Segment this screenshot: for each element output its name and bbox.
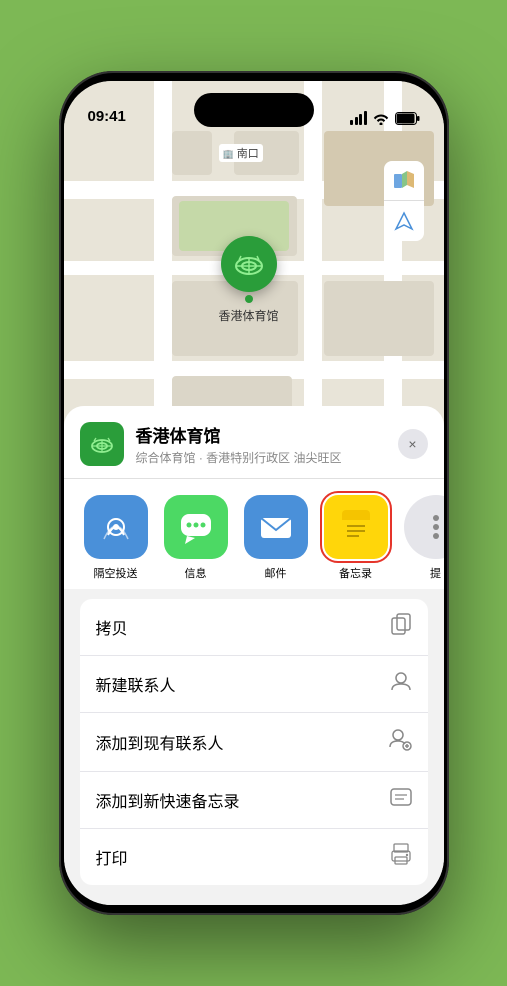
share-row: 隔空投送 信息: [64, 479, 444, 589]
venue-stadium-icon: [88, 430, 116, 458]
venue-description: 综合体育馆 · 香港特别行政区 油尖旺区: [136, 449, 398, 466]
map-type-button[interactable]: [384, 161, 424, 201]
print-label: 打印: [96, 845, 128, 869]
map-type-icon: [393, 170, 415, 192]
status-icons: [350, 111, 420, 125]
messages-icon: [164, 495, 228, 559]
stadium-pin: 香港体育馆: [219, 236, 279, 324]
bottom-sheet: 香港体育馆 综合体育馆 · 香港特别行政区 油尖旺区 ×: [64, 406, 444, 905]
more-icon: [404, 495, 444, 559]
battery-icon: [395, 112, 420, 125]
dynamic-island: [194, 93, 314, 127]
share-item-more[interactable]: 提: [400, 495, 444, 581]
messages-svg: [177, 508, 215, 546]
copy-label: 拷贝: [96, 615, 128, 639]
new-contact-label: 新建联系人: [96, 672, 176, 696]
copy-action[interactable]: 拷贝: [80, 599, 428, 656]
wifi-icon: [373, 112, 389, 125]
share-item-notes[interactable]: 备忘录: [320, 495, 392, 581]
venue-name: 香港体育馆: [136, 422, 398, 447]
add-existing-action[interactable]: 添加到现有联系人: [80, 713, 428, 772]
new-contact-icon: [390, 670, 412, 698]
location-button[interactable]: [384, 201, 424, 241]
new-contact-action[interactable]: 新建联系人: [80, 656, 428, 713]
phone-screen: 09:41: [64, 81, 444, 905]
share-item-airdrop[interactable]: 隔空投送: [80, 495, 152, 581]
signal-bars-icon: [350, 111, 367, 125]
venue-info: 香港体育馆 综合体育馆 · 香港特别行政区 油尖旺区: [136, 422, 398, 466]
map-block3: [172, 131, 212, 175]
stadium-icon: [231, 246, 267, 282]
notes-icon: [324, 495, 388, 559]
notes-svg: [337, 508, 375, 546]
airdrop-icon: [84, 495, 148, 559]
pin-dot: [245, 295, 253, 303]
copy-icon: [390, 613, 412, 641]
add-notes-svg: [390, 786, 412, 808]
south-entrance-label: 🏢 南口: [219, 144, 263, 162]
more-label: 提: [430, 565, 441, 581]
status-time: 09:41: [88, 108, 126, 125]
map-controls: [384, 161, 424, 241]
add-existing-svg: [388, 727, 412, 751]
add-notes-action[interactable]: 添加到新快速备忘录: [80, 772, 428, 829]
action-list: 拷贝 新建联系人: [80, 599, 428, 885]
print-icon: [390, 843, 412, 871]
print-action[interactable]: 打印: [80, 829, 428, 885]
map-block5: [324, 281, 434, 356]
new-contact-svg: [390, 670, 412, 692]
location-arrow-icon: [394, 211, 414, 231]
share-item-mail[interactable]: 邮件: [240, 495, 312, 581]
copy-svg: [390, 613, 412, 635]
add-existing-label: 添加到现有联系人: [96, 730, 224, 754]
notes-label: 备忘录: [339, 565, 372, 581]
close-button[interactable]: ×: [398, 429, 428, 459]
venue-header: 香港体育馆 综合体育馆 · 香港特别行政区 油尖旺区 ×: [64, 406, 444, 479]
mail-svg: [257, 508, 295, 546]
phone-frame: 09:41: [59, 71, 449, 915]
airdrop-label: 隔空投送: [94, 565, 138, 581]
share-item-messages[interactable]: 信息: [160, 495, 232, 581]
add-notes-label: 添加到新快速备忘录: [96, 788, 240, 812]
add-existing-icon: [388, 727, 412, 757]
mail-icon: [244, 495, 308, 559]
print-svg: [390, 843, 412, 865]
venue-icon: [80, 422, 124, 466]
add-notes-icon: [390, 786, 412, 814]
mail-label: 邮件: [265, 565, 287, 581]
pin-icon: [221, 236, 277, 292]
airdrop-svg: [98, 509, 134, 545]
messages-label: 信息: [185, 565, 207, 581]
pin-label: 香港体育馆: [219, 307, 279, 324]
